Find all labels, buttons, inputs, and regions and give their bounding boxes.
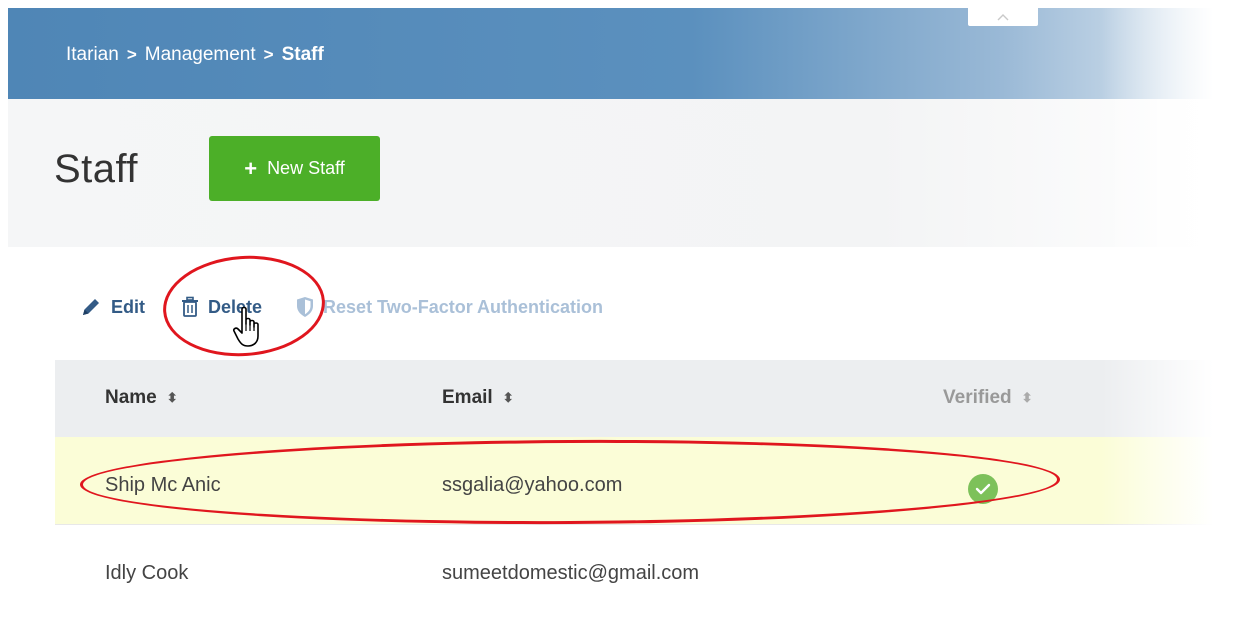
cell-name: Ship Mc Anic xyxy=(105,474,221,496)
sort-icon: ⬍ xyxy=(1021,390,1033,405)
plus-icon: + xyxy=(244,155,258,181)
breadcrumb-separator: > xyxy=(263,45,274,64)
breadcrumb-separator: > xyxy=(126,45,137,64)
edge-fade-bottom xyxy=(0,618,1251,630)
column-header-verified[interactable]: Verified ⬍ xyxy=(943,387,1033,409)
reset-two-factor-label: Reset Two-Factor Authentication xyxy=(323,296,604,317)
column-header-label: Email xyxy=(442,387,493,408)
table-row[interactable]: Idly Cook sumeetdomestic@gmail.com xyxy=(55,525,1251,613)
page-title: Staff xyxy=(54,147,139,191)
breadcrumb: Itarian > Management > Staff xyxy=(66,44,324,66)
collapse-header-button[interactable] xyxy=(968,8,1038,26)
trash-icon xyxy=(182,296,198,317)
column-header-label: Verified xyxy=(943,387,1012,408)
breadcrumb-item-itarian[interactable]: Itarian xyxy=(66,44,119,66)
new-staff-label: New Staff xyxy=(267,158,345,178)
table-row[interactable]: Ship Mc Anic ssgalia@yahoo.com xyxy=(55,437,1251,525)
column-header-name[interactable]: Name ⬍ xyxy=(105,387,178,409)
edit-label: Edit xyxy=(111,296,145,317)
breadcrumb-item-management[interactable]: Management xyxy=(145,44,256,66)
pencil-icon xyxy=(83,299,99,315)
sort-icon: ⬍ xyxy=(166,390,178,405)
cell-email: sumeetdomestic@gmail.com xyxy=(442,562,700,584)
title-area: Staff + New Staff xyxy=(8,99,1251,247)
breadcrumb-item-staff: Staff xyxy=(281,44,324,65)
column-header-email[interactable]: Email ⬍ xyxy=(442,387,514,409)
cell-email: ssgalia@yahoo.com xyxy=(442,474,623,496)
chevron-up-icon xyxy=(997,14,1009,21)
column-header-label: Name xyxy=(105,387,157,408)
cell-verified xyxy=(968,474,998,504)
sort-icon: ⬍ xyxy=(502,390,514,405)
reset-two-factor-button[interactable]: Reset Two-Factor Authentication xyxy=(296,296,603,318)
edit-button[interactable]: Edit xyxy=(80,296,145,318)
table-header: Name ⬍ Email ⬍ Verified ⬍ xyxy=(55,360,1251,437)
cell-name: Idly Cook xyxy=(105,562,189,584)
new-staff-button[interactable]: + New Staff xyxy=(209,136,380,201)
check-circle-icon xyxy=(968,474,998,504)
header-bar: Itarian > Management > Staff xyxy=(8,8,1251,99)
hand-cursor-icon xyxy=(233,306,259,347)
shield-icon xyxy=(297,297,314,317)
action-toolbar: Edit Delete Reset Two-Factor Authenticat… xyxy=(80,292,603,322)
